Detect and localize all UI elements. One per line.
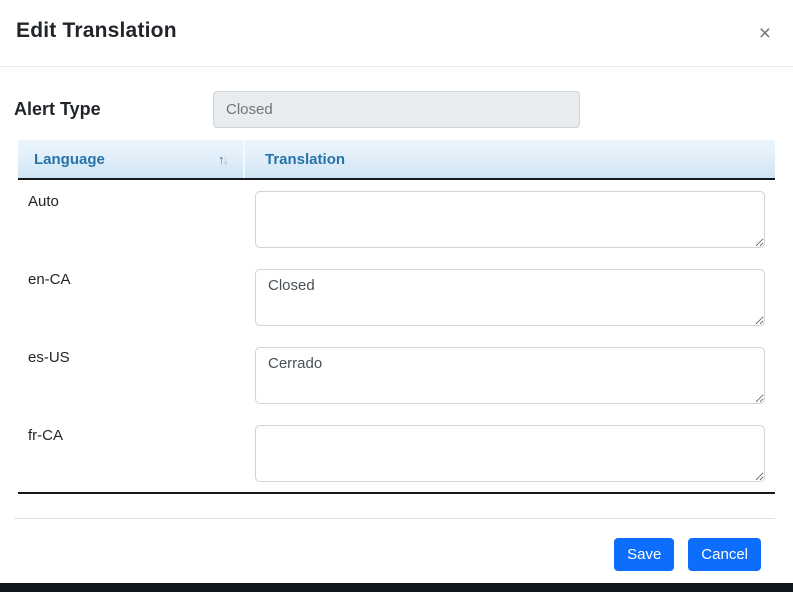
column-header-language[interactable]: Language ↑↓ bbox=[18, 140, 245, 178]
translations-table: Language ↑↓ Translation Auto en-CA Close… bbox=[18, 140, 775, 494]
modal-body: Alert Type Language ↑↓ Translation Auto bbox=[0, 67, 793, 571]
translation-cell bbox=[245, 414, 775, 492]
translation-textarea-fr-ca[interactable] bbox=[255, 425, 765, 482]
language-cell: fr-CA bbox=[18, 414, 245, 492]
translation-textarea-auto[interactable] bbox=[255, 191, 765, 248]
translation-cell bbox=[245, 180, 775, 258]
table-header-row: Language ↑↓ Translation bbox=[18, 140, 775, 180]
language-cell: es-US bbox=[18, 336, 245, 414]
table-row: Auto bbox=[18, 180, 775, 258]
table-row: fr-CA bbox=[18, 414, 775, 492]
modal-header: Edit Translation × bbox=[0, 0, 793, 67]
alert-type-label: Alert Type bbox=[14, 99, 213, 120]
page-background-strip bbox=[0, 583, 793, 592]
save-button[interactable]: Save bbox=[614, 538, 674, 571]
column-header-translation: Translation bbox=[245, 140, 775, 178]
translation-textarea-es-us[interactable]: Cerrado bbox=[255, 347, 765, 404]
table-row: en-CA Closed bbox=[18, 258, 775, 336]
language-cell: en-CA bbox=[18, 258, 245, 336]
modal-footer: Save Cancel bbox=[14, 518, 775, 571]
language-column-label: Language bbox=[34, 151, 105, 168]
translation-cell: Closed bbox=[245, 258, 775, 336]
modal-title: Edit Translation bbox=[16, 17, 177, 45]
translation-textarea-en-ca[interactable]: Closed bbox=[255, 269, 765, 326]
edit-translation-modal: Edit Translation × Alert Type Language ↑… bbox=[0, 0, 793, 571]
alert-type-row: Alert Type bbox=[14, 91, 775, 128]
sort-icon: ↑↓ bbox=[218, 152, 227, 167]
translation-column-label: Translation bbox=[265, 151, 345, 168]
close-icon[interactable]: × bbox=[753, 19, 777, 48]
alert-type-input bbox=[213, 91, 580, 128]
table-row: es-US Cerrado bbox=[18, 336, 775, 414]
translation-cell: Cerrado bbox=[245, 336, 775, 414]
language-cell: Auto bbox=[18, 180, 245, 258]
cancel-button[interactable]: Cancel bbox=[688, 538, 761, 571]
